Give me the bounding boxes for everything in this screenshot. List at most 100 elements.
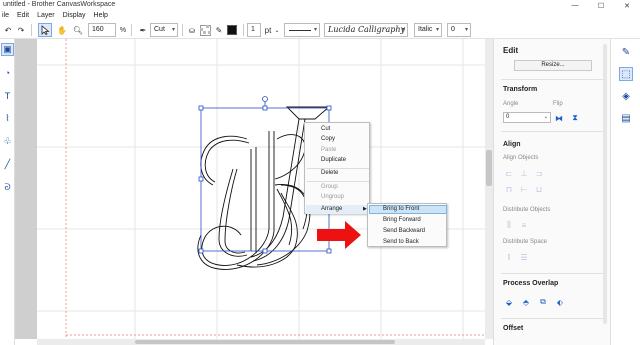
bezier-icon[interactable]: ⌇ [1,112,14,125]
select-tool-icon[interactable] [38,23,52,37]
font-size-dropdown[interactable]: 0 ▾ [447,23,471,37]
canvas-drawing [37,39,485,339]
menu-item-arrange[interactable]: Arrange [321,206,342,212]
letter-b-front-shape [218,168,298,268]
angle-spinner-icon[interactable]: ⌄ [544,113,548,122]
zoom-unit: % [119,26,127,34]
weld-icon[interactable]: ⬙ [504,297,514,307]
subtract-icon[interactable]: ⬖ [555,297,565,307]
menu-display[interactable]: Display [63,11,86,21]
pattern-fill-icon[interactable] [198,23,212,37]
angle-field[interactable]: 0 ⌄ [503,112,551,123]
pen-icon[interactable]: ✒ [136,23,150,37]
chevron-down-icon: ▾ [435,27,439,33]
menu-item-send-to-back[interactable]: Send to Back [383,239,419,245]
menu-item-delete[interactable]: Delete [321,170,338,176]
panel-scrollbar[interactable] [603,44,607,324]
fill-bucket-icon[interactable]: ⛀ [186,23,198,37]
menu-edit[interactable]: Edit [17,11,29,21]
process-overlap-heading: Process Overlap [503,280,559,287]
resize-button[interactable]: Resize... [514,60,592,71]
angle-label: Angle [503,101,519,107]
menu-help[interactable]: Help [94,11,108,21]
freehand-icon[interactable]: ᘐ [1,181,14,194]
menu-divider [307,168,369,169]
stroke-width-field[interactable]: 1 [247,23,261,37]
distribute-vertical-icon[interactable]: ≡ [519,220,529,230]
stroke-width-value: 1 [251,26,255,33]
close-button[interactable]: ✕ [614,0,640,11]
font-style: Italic [418,26,433,33]
combine-icon[interactable]: ⬘ [521,297,531,307]
align-middle-icon[interactable]: ⊢ [519,184,529,194]
right-icon-strip: ✎ ⬚ ◈ ▤ [610,39,640,345]
document-icon[interactable]: ▤ [619,111,633,125]
align-top-icon[interactable]: ⊓ [504,184,514,194]
edit-tools-icon[interactable]: ✎ [619,45,633,59]
menu-item-bring-to-front[interactable]: Bring to Front [383,206,419,212]
canvas[interactable] [37,39,485,339]
distribute-space-label: Distribute Space [503,239,548,245]
distribute-space-horizontal-icon[interactable]: ⫾ [504,252,514,262]
distribute-objects-label: Distribute Objects [503,207,551,213]
panel-divider [501,273,605,274]
align-heading: Align [503,141,521,148]
cut-dropdown[interactable]: Cut ▾ [150,23,178,37]
horizontal-scroll-thumb[interactable] [135,340,395,344]
vertical-scrollbar[interactable] [485,39,493,339]
menu-item-ungroup[interactable]: Ungroup [321,194,344,200]
menu-file[interactable]: ile [2,11,9,21]
align-center-icon[interactable]: ⊥ [519,168,529,178]
zoom-icon[interactable]: 🔍︎ [72,23,84,37]
shapes-icon[interactable]: ◔ [1,66,14,79]
maximize-button[interactable]: ☐ [588,0,614,11]
align-bottom-icon[interactable]: ⊔ [534,184,544,194]
object-edit-icon[interactable]: ⬚ [619,67,633,81]
distribute-space-vertical-icon[interactable]: ☰ [519,252,529,262]
panel-divider [501,131,605,132]
menu-item-bring-forward[interactable]: Bring Forward [383,217,421,223]
flip-vertical-icon[interactable]: ⧗ [570,113,580,123]
pattern-icon[interactable]: ♧ [1,135,14,148]
menu-item-group[interactable]: Group [321,184,338,190]
menu-item-duplicate[interactable]: Duplicate [321,157,346,163]
menu-layer[interactable]: Layer [37,11,55,21]
vertical-scroll-thumb[interactable] [486,150,492,186]
menu-item-cut[interactable]: Cut [321,126,330,132]
hand-tool-icon[interactable]: ✋ [56,23,68,37]
menu-item-copy[interactable]: Copy [321,136,335,142]
flip-horizontal-icon[interactable]: ⧓ [554,113,564,123]
menu-item-send-backward[interactable]: Send Backward [383,228,425,234]
distribute-horizontal-icon[interactable]: ⫼ [504,220,514,230]
zoom-value: 160 [92,26,104,33]
toolbar-divider [131,24,132,36]
minimize-button[interactable]: — [562,0,588,11]
image-trace-icon[interactable]: ▣ [1,43,14,56]
stroke-unit: pt [264,25,272,35]
panel-title: Edit [503,46,519,55]
align-left-icon[interactable]: ⊏ [504,168,514,178]
align-right-icon[interactable]: ⊐ [534,168,544,178]
undo-icon[interactable]: ↶ [2,23,14,37]
layers-icon[interactable]: ◈ [619,89,633,103]
text-icon[interactable]: T [1,89,14,102]
intersect-icon[interactable]: ⧉ [538,297,548,307]
redo-icon[interactable]: ↷ [15,23,27,37]
line-icon[interactable]: ╱ [1,158,14,171]
menu-item-paste[interactable]: Paste [321,147,336,153]
line-style-dropdown[interactable]: ▾ [284,23,320,37]
chevron-down-icon: ▾ [171,27,175,33]
zoom-field[interactable]: 160 [88,23,116,37]
left-toolbox: ▣ ◔ T ⌇ ♧ ╱ ᘐ [0,39,15,345]
transform-heading: Transform [503,86,538,93]
align-objects-label: Align Objects [503,155,539,161]
menu-divider [307,181,369,182]
edit-panel: Edit Resize... Transform Angle Flip 0 ⌄ … [493,39,610,345]
cut-label: Cut [154,26,165,33]
font-dropdown[interactable]: Lucida Calligraphy ▾ [324,23,408,37]
canvas-margin [15,39,37,339]
line-color-swatch[interactable] [226,23,238,37]
font-style-dropdown[interactable]: Italic ▾ [414,23,442,37]
line-pen-icon[interactable]: ✎ [213,23,225,37]
stroke-spinner-icon[interactable]: ⌄ [273,23,281,37]
